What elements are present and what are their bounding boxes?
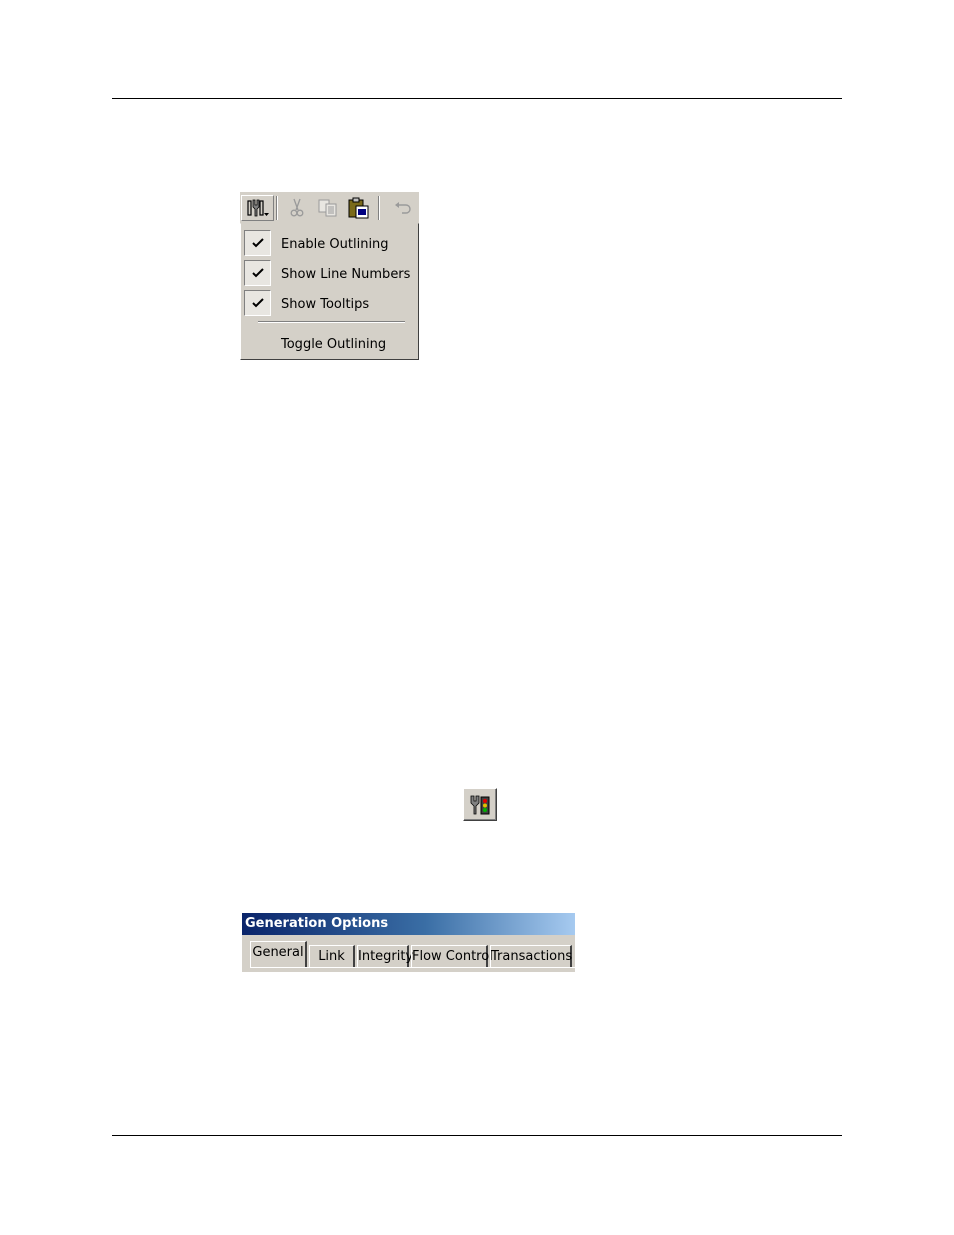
undo-icon — [395, 202, 411, 214]
editor-toolbar — [240, 192, 419, 223]
cut-icon — [290, 198, 304, 217]
toolbar-separator — [378, 196, 380, 220]
options-button[interactable] — [241, 195, 274, 221]
paste-icon — [348, 197, 369, 219]
tab-transactions[interactable]: Transactions — [490, 945, 572, 967]
cut-button[interactable] — [282, 195, 312, 221]
menu-item-show-tooltips[interactable]: Show Tooltips — [241, 287, 418, 317]
menu-item-show-line-numbers[interactable]: Show Line Numbers — [241, 257, 418, 287]
tab-link[interactable]: Link — [309, 945, 355, 967]
menu-item-label: Show Line Numbers — [281, 267, 411, 282]
menu-item-toggle-outlining[interactable]: Toggle Outlining — [241, 327, 418, 357]
paste-button[interactable] — [344, 195, 374, 221]
check-mark-icon — [244, 290, 271, 316]
generation-options-window: Generation Options General Link Integrit… — [242, 913, 575, 972]
tab-strip: General Link Integrity Flow Control Tran… — [242, 935, 575, 972]
options-icon-button[interactable] — [463, 788, 497, 821]
check-mark-icon — [244, 230, 271, 256]
tab-baseline — [250, 967, 575, 968]
options-icon — [246, 199, 269, 217]
check-mark-icon — [244, 260, 271, 286]
menu-item-enable-outlining[interactable]: Enable Outlining — [241, 227, 418, 257]
tab-integrity[interactable]: Integrity — [357, 945, 413, 967]
options-traffic-light-icon — [470, 795, 490, 814]
tab-flow-control[interactable]: Flow Control — [411, 945, 493, 967]
window-title: Generation Options — [242, 913, 575, 935]
copy-icon — [318, 199, 337, 217]
undo-button[interactable] — [388, 195, 418, 221]
menu-item-label: Show Tooltips — [281, 297, 370, 312]
options-dropdown-menu: Enable Outlining Show Line Numbers Show … — [240, 223, 419, 360]
header-rule — [112, 98, 842, 99]
copy-button[interactable] — [313, 195, 343, 221]
menu-separator — [258, 321, 405, 323]
menu-item-label: Toggle Outlining — [281, 337, 387, 352]
menu-item-label: Enable Outlining — [281, 237, 389, 252]
footer-rule — [112, 1135, 842, 1136]
toolbar-separator — [276, 196, 278, 220]
tab-general[interactable]: General — [250, 941, 307, 967]
